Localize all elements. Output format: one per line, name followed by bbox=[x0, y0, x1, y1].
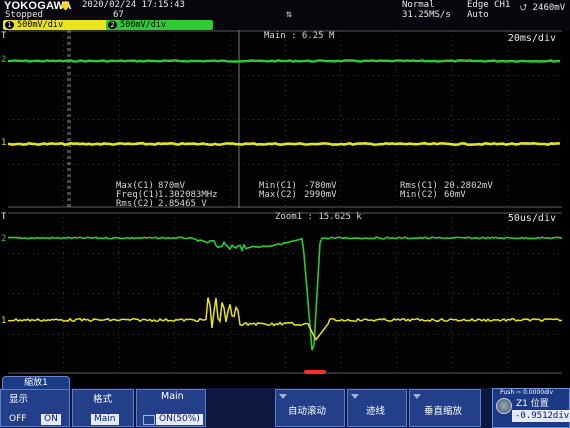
format-value: Main bbox=[91, 414, 119, 425]
meas-rms-c2-name: Rms(C2) bbox=[116, 199, 154, 209]
zoom-timebase: 50us/div bbox=[507, 213, 556, 224]
zoom-ch2-ground-marker: 2 bbox=[1, 234, 7, 244]
zoom-ch1-ground-marker: 1 bbox=[1, 316, 7, 326]
ch2-scale-badge[interactable]: 2 500mV/div bbox=[106, 20, 213, 30]
zoom-position-label: Z1 位置 bbox=[516, 399, 549, 409]
vertical-zoom-label: 垂直缩放 bbox=[424, 406, 463, 417]
trigger-mode-auto: Auto bbox=[467, 10, 489, 20]
submenu-arrow-icon bbox=[279, 394, 287, 399]
trigger-point-marker bbox=[304, 370, 326, 374]
ch1-main-trace bbox=[8, 141, 561, 147]
meas-min-c2-name: Min(C2) bbox=[400, 190, 438, 200]
trigger-setting: Edge CH1 bbox=[467, 0, 510, 10]
zoom-trigger-marker: T bbox=[1, 212, 7, 222]
display-on-option: ON bbox=[41, 414, 61, 425]
ch1-zoom-trace bbox=[8, 297, 562, 341]
display-off-option: OFF bbox=[9, 414, 27, 424]
format-label: 格式 bbox=[93, 394, 113, 405]
ch1-ground-marker: 1 bbox=[1, 138, 7, 148]
push-reset-hint: Push ⇨ 0.0000div bbox=[500, 389, 554, 396]
display-label: 显示 bbox=[9, 394, 29, 405]
meas-rms-c2-value: 2.85465 V bbox=[158, 199, 207, 209]
trigger-mode: Normal bbox=[402, 0, 435, 10]
acquisition-state: Stopped bbox=[5, 10, 43, 20]
ch2-ground-marker: 2 bbox=[1, 55, 7, 65]
ch1-scale-badge[interactable]: 1 500mV/div bbox=[3, 20, 110, 30]
submenu-arrow-icon bbox=[351, 394, 359, 399]
main-ratio-value: ON(50%) bbox=[156, 414, 203, 425]
zoom-grid bbox=[8, 212, 562, 374]
trigger-level: ⮍ 2460mV bbox=[520, 3, 566, 13]
trace-button[interactable]: 迹线 bbox=[347, 389, 407, 427]
datetime: 2020/02/24 17:15:43 bbox=[82, 0, 185, 10]
meas-max-c2-name: Max(C2) bbox=[259, 190, 297, 200]
ch1-number: 1 bbox=[5, 21, 14, 29]
auto-scroll-button[interactable]: 自动滚动 bbox=[275, 389, 345, 427]
screen-split-icon bbox=[143, 415, 155, 425]
zoom-waveform-pane: T 2 1 Zoom1 : 15.625 k 50us/div bbox=[1, 212, 562, 374]
trigger-source: Edge CH1 bbox=[467, 0, 511, 10]
oscilloscope-screen: YOKOGAWA 2020/02/24 17:15:43 Stopped 67 … bbox=[0, 0, 570, 428]
meas-min-c2-value: 60mV bbox=[444, 190, 466, 200]
ch1-scale: 500mV/div bbox=[17, 20, 64, 30]
main-ratio-button[interactable]: Main ON(50%) bbox=[136, 389, 206, 427]
zoom-link-icon: ⇅ bbox=[286, 9, 293, 20]
display-toggle-button[interactable]: 显示 OFF ON bbox=[0, 389, 70, 427]
main-waveform-pane: T 2 1 Main : 6.25 M 20ms/div Max(C1) 870… bbox=[1, 30, 562, 209]
ch2-number: 2 bbox=[108, 21, 117, 29]
rotary-knob-icon[interactable] bbox=[496, 398, 512, 414]
ch2-main-trace bbox=[8, 59, 561, 63]
meas-max-c2-value: 2990mV bbox=[304, 190, 337, 200]
ch2-scale: 500mV/div bbox=[120, 20, 167, 30]
main-label: Main bbox=[161, 391, 184, 402]
acquisition-count: 67 bbox=[113, 10, 124, 20]
auto-scroll-label: 自动滚动 bbox=[288, 406, 327, 417]
zoom-grid-lines bbox=[8, 212, 562, 374]
sample-rate: 31.25MS/s bbox=[402, 10, 451, 20]
submenu-arrow-icon bbox=[413, 394, 421, 399]
menu-tab-zoom1[interactable]: 縮放1 bbox=[2, 376, 70, 390]
format-button[interactable]: 格式 Main bbox=[72, 389, 134, 427]
main-pane-title: Main : 6.25 M bbox=[264, 31, 335, 41]
vertical-zoom-button[interactable]: 垂直缩放 bbox=[409, 389, 481, 427]
trace-label: 迹线 bbox=[366, 406, 386, 417]
trigger-marker: T bbox=[1, 31, 7, 41]
zoom-pane-title: Zoom1 : 15.625 k bbox=[275, 212, 362, 222]
main-timebase: 20ms/div bbox=[507, 33, 556, 44]
zoom-position-value[interactable]: -0.9512div bbox=[512, 410, 570, 422]
